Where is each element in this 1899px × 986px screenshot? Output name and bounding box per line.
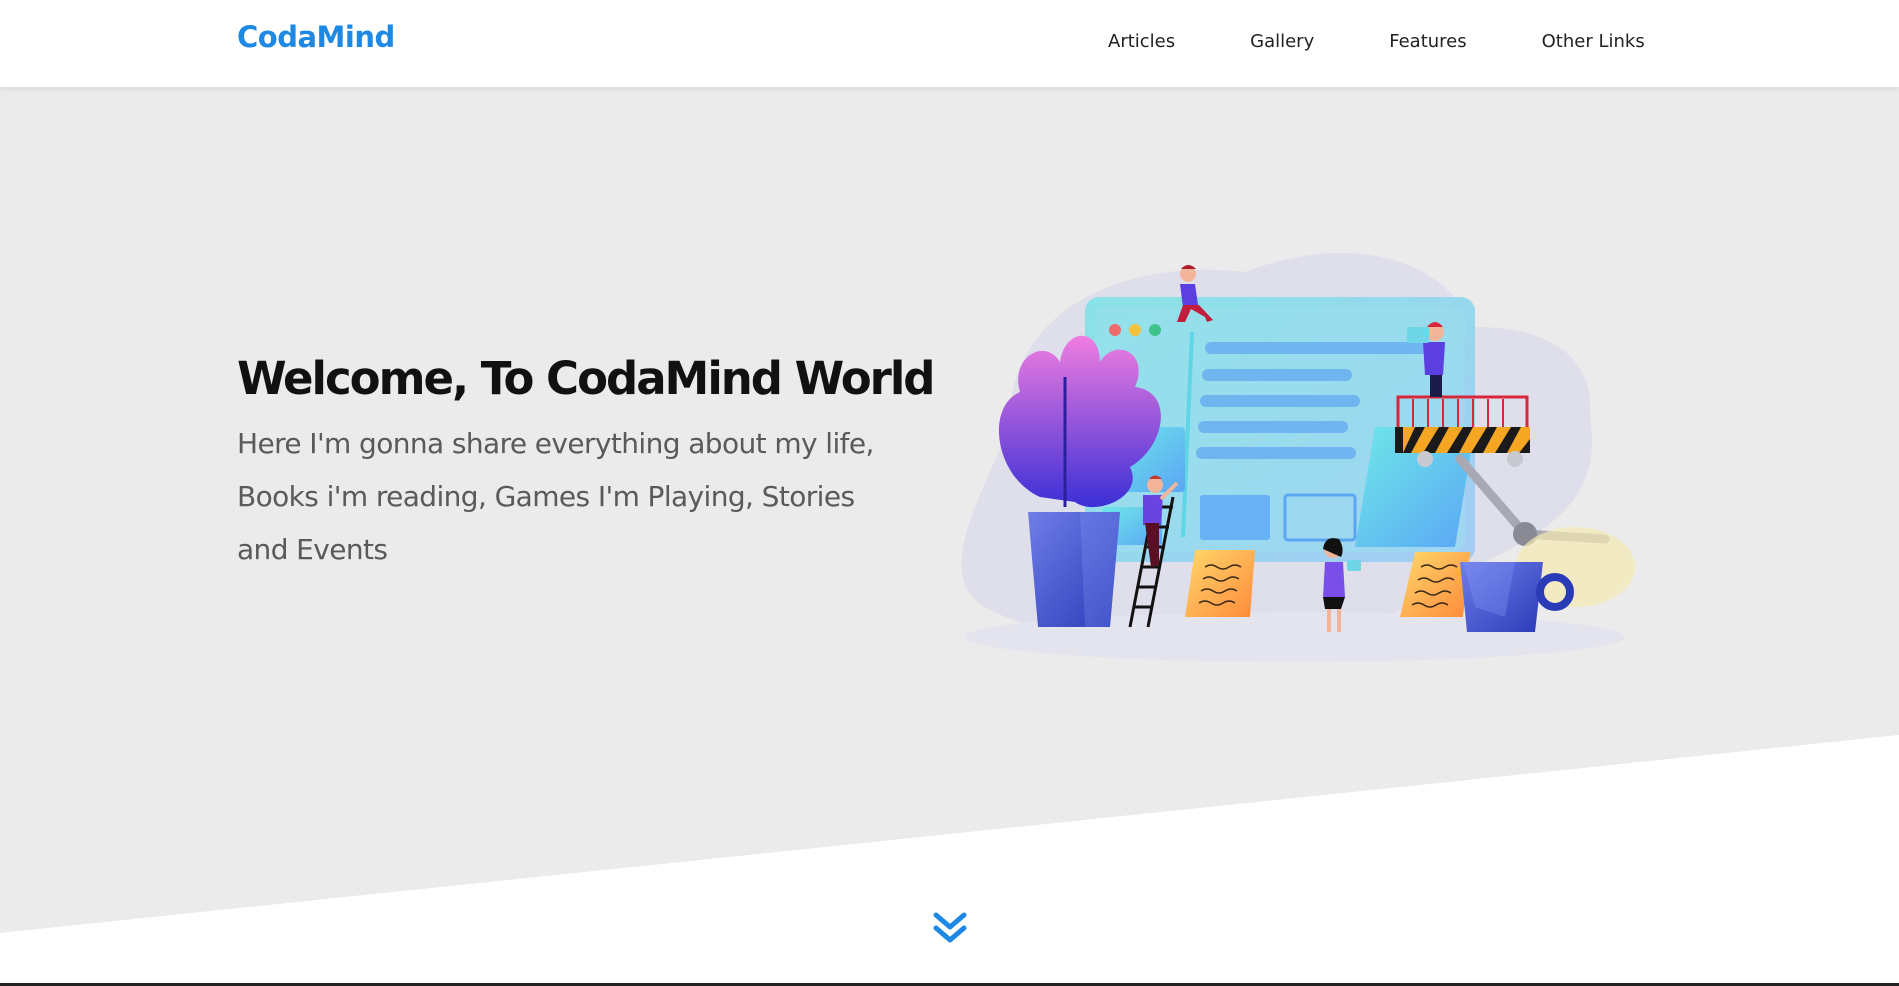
hero-title: Welcome, To CodaMind World	[237, 352, 935, 405]
site-header: CodaMind Articles Gallery Features Other…	[0, 0, 1899, 87]
web-design-team-illustration	[961, 252, 1635, 662]
main-nav: Articles Gallery Features Other Links	[1108, 31, 1645, 52]
double-chevron-down-icon[interactable]	[930, 907, 970, 947]
nav-link-articles[interactable]: Articles	[1108, 31, 1175, 52]
site-logo[interactable]: CodaMind	[237, 20, 395, 54]
nav-link-other-links[interactable]: Other Links	[1542, 31, 1645, 52]
hero-section: Welcome, To CodaMind World Here I'm gonn…	[0, 87, 1899, 986]
nav-link-features[interactable]: Features	[1389, 31, 1466, 52]
nav-link-gallery[interactable]: Gallery	[1250, 31, 1314, 52]
hero-subtitle: Here I'm gonna share everything about my…	[237, 427, 874, 566]
